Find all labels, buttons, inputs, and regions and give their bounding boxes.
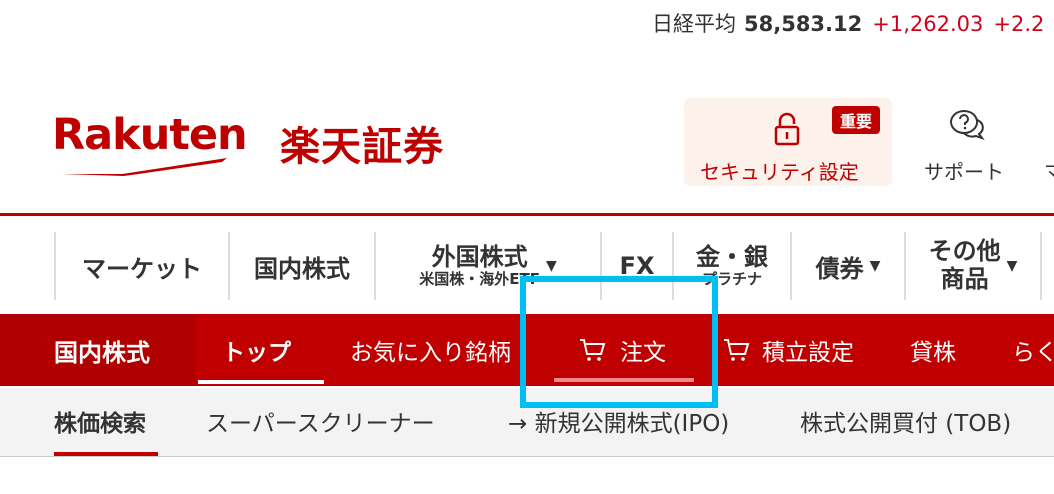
tab-recurring-settings[interactable]: 積立設定	[722, 314, 854, 386]
nav-market[interactable]: マーケット	[54, 232, 228, 300]
important-badge: 重要	[832, 106, 881, 134]
ticker-change: +1,262.03	[872, 12, 984, 36]
tab-stock-lending[interactable]: 貸株	[910, 314, 956, 386]
support-button[interactable]: サポート	[912, 98, 1022, 186]
nav-bonds[interactable]: 債券 ▼	[790, 232, 904, 300]
security-settings-label: セキュリティ設定	[700, 160, 859, 184]
security-settings-button[interactable]: 重要 セキュリティ設定	[684, 98, 892, 186]
lock-icon	[774, 112, 800, 146]
link-tob[interactable]: 株式公開買付 (TOB)	[800, 388, 1011, 454]
tab-stock-search[interactable]: 株価検索	[54, 388, 146, 454]
cart-icon	[724, 339, 750, 361]
nav-other-products[interactable]: その他 商品 ▼	[904, 232, 1042, 300]
nav-gold-label: 金・銀	[696, 242, 768, 271]
tab-top[interactable]: トップ	[222, 314, 291, 386]
nav-other-label-1: その他	[928, 237, 1001, 266]
subnav-section-title: 国内株式	[0, 314, 196, 386]
nav-market-label: マーケット	[82, 254, 202, 283]
tab-stock-search-underline	[54, 452, 158, 456]
logo-wordmark: Rakuten	[52, 110, 248, 160]
rakuten-securities-logo[interactable]: Rakuten 楽天証券	[52, 108, 492, 180]
chevron-down-icon: ▼	[869, 258, 881, 274]
tab-raku[interactable]: らく	[1012, 314, 1054, 386]
nav-other-label-2: 商品	[940, 265, 989, 293]
nikkei-ticker: 日経平均 58,583.12 +1,262.03 +2.2	[652, 8, 1054, 38]
chat-help-icon	[950, 110, 985, 140]
ticker-value: 58,583.12	[744, 12, 863, 36]
ticker-name: 日経平均	[652, 12, 736, 36]
tab-super-screener[interactable]: スーパースクリーナー	[206, 388, 435, 454]
tab-favorites[interactable]: お気に入り銘柄	[350, 314, 511, 386]
nav-foreign-label: 外国株式	[431, 242, 528, 271]
header-divider	[0, 213, 1054, 216]
logo-swoosh-icon	[62, 158, 227, 176]
nav-domestic-stocks[interactable]: 国内株式	[228, 232, 374, 300]
logo-japanese-name: 楽天証券	[280, 124, 444, 170]
tab-recurring-label: 積立設定	[762, 340, 854, 366]
more-header-link[interactable]: マ	[1044, 156, 1054, 185]
nav-bonds-label: 債券	[815, 254, 864, 283]
chevron-down-icon: ▼	[1006, 258, 1018, 274]
tab-top-underline	[198, 380, 324, 384]
highlight-box	[520, 276, 718, 408]
ticker-percent: +2.2	[993, 12, 1045, 36]
chevron-down-icon: ▼	[545, 258, 557, 274]
nav-domestic-label: 国内株式	[254, 254, 350, 283]
support-label: サポート	[924, 160, 1004, 184]
